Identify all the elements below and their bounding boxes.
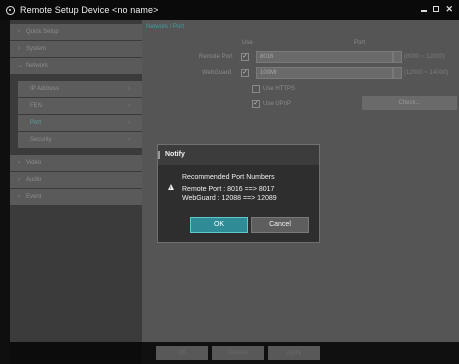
sidebar-item-audio[interactable]: › Audio (10, 172, 142, 188)
chevron-right-icon: › (128, 103, 130, 109)
close-icon[interactable]: ✕ (445, 5, 453, 14)
window-title: Remote Setup Device <no name> (20, 5, 159, 15)
webguard-use-checkbox[interactable]: ✓ (241, 69, 249, 77)
minimize-icon[interactable] (421, 10, 428, 12)
use-https-checkbox[interactable] (252, 85, 260, 93)
chevron-down-icon: ⌄ (18, 63, 24, 69)
webguard-label: WebGuard (202, 70, 231, 76)
sidebar-subitem-label: Security (30, 137, 52, 143)
chevron-right-icon: › (128, 120, 130, 126)
sidebar-item-label: Quick Setup (26, 29, 59, 35)
use-upnp-checkbox[interactable]: ✓ (252, 100, 260, 108)
sidebar-item-label: Event (26, 194, 42, 200)
sidebar-subitem-port[interactable]: Port › (18, 115, 142, 131)
sidebar-subitem-ip-address[interactable]: IP Address › (18, 81, 142, 97)
sidebar-item-label: Network (26, 63, 49, 69)
cancel-button[interactable]: Cancel (212, 346, 264, 360)
webguard-port-spinner[interactable] (393, 67, 402, 79)
notify-dialog: Notify Recommended Port Numbers Remote P… (157, 144, 320, 243)
sidebar-subitem-label: IP Address (30, 86, 59, 92)
sidebar-item-video[interactable]: › Video (10, 155, 142, 171)
sidebar-item-label: Audio (26, 177, 42, 183)
chevron-right-icon: › (18, 29, 20, 35)
title-bar: Remote Setup Device <no name> ✕ (0, 0, 459, 20)
chevron-right-icon: › (18, 194, 20, 200)
window-controls: ✕ (421, 5, 453, 14)
column-header-port: Port (354, 40, 366, 46)
dialog-ok-button[interactable]: OK (190, 217, 248, 233)
webguard-port-field[interactable]: 100MI (256, 67, 393, 79)
sidebar-item-label: System (26, 46, 47, 52)
sidebar-subitem-label: FEN (30, 103, 42, 109)
sidebar: › Quick Setup › System ⌄ Network IP Address… (10, 20, 142, 342)
use-upnp-label: Use UPnP (263, 101, 292, 107)
chevron-right-icon: › (18, 177, 20, 183)
check-button[interactable]: Check... (362, 96, 457, 110)
sidebar-subitem-security[interactable]: Security › (18, 132, 142, 148)
warning-icon (168, 184, 174, 190)
sidebar-item-network[interactable]: ⌄ Network (10, 58, 142, 74)
app-icon (6, 5, 15, 15)
remote-port-spinner[interactable] (393, 51, 402, 63)
apply-button[interactable]: Apply (268, 346, 320, 360)
sidebar-item-event[interactable]: › Event (10, 189, 142, 205)
chevron-right-icon: › (18, 160, 20, 166)
use-https-label: Use HTTPS (263, 86, 296, 92)
chevron-right-icon: › (18, 46, 20, 52)
column-header-use: Use (242, 40, 253, 46)
remote-port-field[interactable]: 8016 (256, 51, 393, 63)
chevron-right-icon: › (128, 86, 130, 92)
sidebar-subitem-label: Port (30, 120, 42, 126)
webguard-port-range: (12000 ~ 14000) (404, 70, 449, 76)
breadcrumb: Network / Port (146, 24, 185, 30)
sidebar-item-system[interactable]: › System (10, 41, 142, 57)
dialog-remote-port-line: Remote Port : 8016 ==> 8017 (182, 186, 275, 193)
dialog-title: Notify (158, 145, 319, 165)
ok-button[interactable]: OK (156, 346, 208, 360)
dialog-cancel-button[interactable]: Cancel (251, 217, 309, 233)
sidebar-subitem-fen[interactable]: FEN › (18, 98, 142, 114)
sidebar-item-quick-setup[interactable]: › Quick Setup (10, 24, 142, 40)
remote-port-range: (8000 ~ 12000) (404, 54, 445, 60)
dialog-webguard-line: WebGuard : 12088 ==> 12089 (182, 195, 277, 202)
chevron-right-icon: › (128, 137, 130, 143)
remote-port-use-checkbox[interactable]: ✓ (241, 53, 249, 61)
dialog-heading: Recommended Port Numbers (182, 174, 275, 181)
maximize-icon[interactable] (433, 6, 440, 12)
remote-port-label: Remote Port (199, 54, 233, 60)
sidebar-item-label: Video (26, 160, 42, 166)
